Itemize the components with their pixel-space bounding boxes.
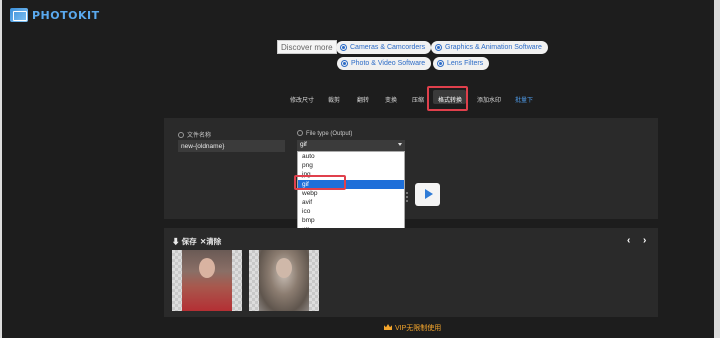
option-png[interactable]: png — [298, 161, 404, 170]
filetype-label-text: File type (Output) — [306, 131, 353, 137]
tab-compress[interactable]: 压缩 — [412, 95, 424, 104]
filetype-dropdown[interactable]: auto png jpg gif webp avif ico bmp tiff — [297, 151, 405, 235]
next-arrow-icon[interactable]: › — [643, 235, 646, 246]
divider-dot — [406, 196, 408, 198]
divider-dot — [406, 200, 408, 202]
filename-input[interactable] — [178, 140, 285, 152]
option-bmp[interactable]: bmp — [298, 216, 404, 225]
photokit-logo-icon — [10, 8, 28, 22]
filetype-select-value: gif — [300, 141, 307, 148]
option-auto[interactable]: auto — [298, 152, 404, 161]
download-icon: ⬇ — [172, 237, 182, 246]
search-circle-icon — [340, 44, 347, 51]
search-circle-icon — [435, 44, 442, 51]
discover-pill-lens-filters[interactable]: Lens Filters — [433, 57, 490, 70]
face-shape — [199, 258, 215, 278]
clear-button[interactable]: ✕清除 — [200, 236, 221, 247]
discover-pill-cameras[interactable]: Cameras & Camcorders — [336, 41, 432, 54]
tab-watermark[interactable]: 添加水印 — [477, 95, 501, 104]
pill-label: Photo & Video Software — [351, 60, 426, 67]
pill-label: Cameras & Camcorders — [350, 44, 426, 51]
filetype-label: File type (Output) — [297, 130, 352, 137]
result-thumbnail[interactable] — [249, 250, 319, 311]
divider-dot — [406, 192, 408, 194]
discover-pill-photo-video[interactable]: Photo & Video Software — [337, 57, 432, 70]
option-ico[interactable]: ico — [298, 207, 404, 216]
discover-pill-graphics[interactable]: Graphics & Animation Software — [431, 41, 548, 54]
filename-label-text: 文件名称 — [187, 133, 212, 139]
app-window: PHOTOKIT Discover more Cameras & Camcord… — [2, 0, 714, 338]
filetype-select[interactable]: gif — [297, 140, 405, 151]
pill-label: Graphics & Animation Software — [445, 44, 542, 51]
pill-label: Lens Filters — [447, 60, 484, 67]
tab-batch-download[interactable]: 批量下 — [515, 95, 533, 104]
search-circle-icon — [341, 60, 348, 67]
tab-resize[interactable]: 修改尺寸 — [290, 95, 314, 104]
prev-arrow-icon[interactable]: ‹ — [627, 235, 630, 246]
chevron-down-icon — [398, 143, 402, 146]
brand-name: PHOTOKIT — [32, 8, 100, 22]
discover-more-label: Discover more — [277, 40, 337, 54]
crown-icon — [384, 324, 392, 330]
save-button[interactable]: ⬇ 保存 — [172, 236, 197, 247]
tab-crop[interactable]: 裁剪 — [328, 95, 340, 104]
highlight-box-gif-option — [294, 175, 346, 190]
filename-label: 文件名称 — [178, 130, 211, 139]
result-thumbnail[interactable] — [172, 250, 242, 311]
save-label: 保存 — [181, 237, 197, 246]
help-icon — [297, 130, 303, 136]
face-shape — [276, 258, 292, 278]
tab-transform[interactable]: 变换 — [385, 95, 397, 104]
highlight-box-active-tab — [427, 86, 468, 111]
settings-panel — [164, 118, 658, 219]
option-webp[interactable]: webp — [298, 189, 404, 198]
option-avif[interactable]: avif — [298, 198, 404, 207]
help-icon — [178, 132, 184, 138]
brand-logo[interactable]: PHOTOKIT — [10, 6, 100, 24]
convert-play-button[interactable] — [415, 183, 440, 206]
portrait-image — [259, 250, 309, 311]
vip-text: VIP无限制使用 — [395, 325, 442, 332]
clear-label: 清除 — [206, 237, 222, 246]
portrait-image — [182, 250, 232, 311]
tab-flip[interactable]: 翻转 — [357, 95, 369, 104]
search-circle-icon — [437, 60, 444, 67]
vip-link[interactable]: VIP无限制使用 — [384, 323, 441, 333]
